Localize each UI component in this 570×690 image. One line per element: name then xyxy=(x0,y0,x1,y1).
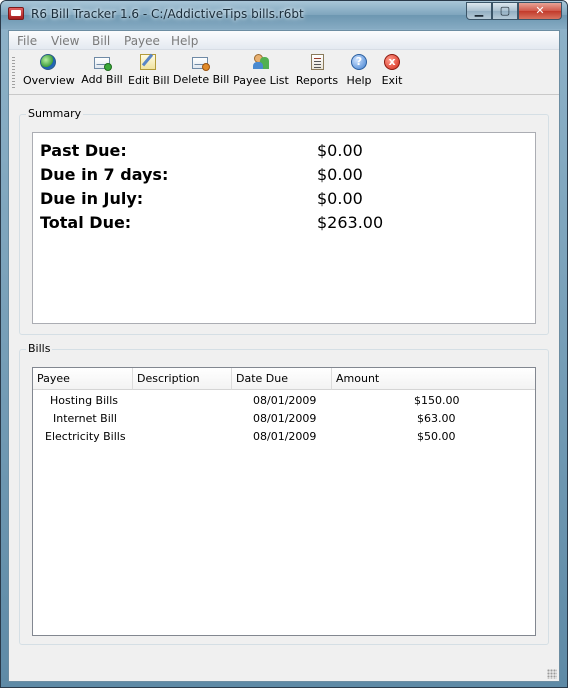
exit-icon: x xyxy=(384,54,400,70)
bills-table[interactable]: Payee Description Date Due Amount Hostin… xyxy=(32,367,536,636)
bills-group-label: Bills xyxy=(26,342,53,355)
close-button[interactable]: ✕ xyxy=(518,2,562,20)
help-icon: ? xyxy=(351,54,367,70)
reports-label: Reports xyxy=(295,74,339,87)
total-due-value: $263.00 xyxy=(317,213,384,232)
help-label: Help xyxy=(346,74,372,87)
maximize-button[interactable]: ▢ xyxy=(492,2,518,20)
toolbar: Overview Add Bill Edit Bill Delete Bill … xyxy=(9,51,559,95)
past-due-value: $0.00 xyxy=(317,141,363,160)
menu-view[interactable]: View xyxy=(51,34,79,48)
column-header-payee[interactable]: Payee xyxy=(33,368,133,390)
exit-label: Exit xyxy=(381,74,403,87)
date-due-cell: 08/01/2009 xyxy=(253,430,317,443)
overview-label: Overview xyxy=(23,74,75,87)
column-header-amount[interactable]: Amount xyxy=(332,368,535,390)
window-title: R6 Bill Tracker 1.6 - C:/AddictiveTips b… xyxy=(31,7,304,21)
resize-grip[interactable] xyxy=(547,669,557,679)
help-button[interactable]: ? Help xyxy=(345,54,373,92)
delete-bill-label: Delete Bill xyxy=(173,73,230,86)
menu-payee[interactable]: Payee xyxy=(124,34,160,48)
amount-cell: $63.00 xyxy=(417,412,456,425)
column-header-description[interactable]: Description xyxy=(133,368,232,390)
total-due-label: Total Due: xyxy=(40,213,132,232)
summary-panel: Past Due: $0.00 Due in 7 days: $0.00 Due… xyxy=(32,132,536,324)
envelope-add-icon xyxy=(94,57,112,71)
app-window: R6 Bill Tracker 1.6 - C:/AddictiveTips b… xyxy=(0,0,568,688)
overview-button[interactable]: Overview xyxy=(23,54,75,92)
date-due-cell: 08/01/2009 xyxy=(253,412,317,425)
summary-group-label: Summary xyxy=(26,107,84,120)
due-in-month-value: $0.00 xyxy=(317,189,363,208)
people-icon xyxy=(253,54,269,70)
menu-bar: File View Bill Payee Help xyxy=(9,31,559,50)
date-due-cell: 08/01/2009 xyxy=(253,394,317,407)
column-header-date-due[interactable]: Date Due xyxy=(232,368,332,390)
minimize-button[interactable]: ▁ xyxy=(466,2,492,20)
due-in-month-label: Due in July: xyxy=(40,189,144,208)
payee-cell: Internet Bill xyxy=(53,412,117,425)
past-due-label: Past Due: xyxy=(40,141,127,160)
menu-bill[interactable]: Bill xyxy=(92,34,110,48)
title-bar[interactable]: R6 Bill Tracker 1.6 - C:/AddictiveTips b… xyxy=(1,1,567,29)
payee-cell: Hosting Bills xyxy=(50,394,118,407)
menu-help[interactable]: Help xyxy=(171,34,198,48)
due-7-days-value: $0.00 xyxy=(317,165,363,184)
client-area: File View Bill Payee Help Overview Add B… xyxy=(8,30,560,682)
report-document-icon xyxy=(310,54,324,70)
menu-file[interactable]: File xyxy=(17,34,37,48)
edit-bill-label: Edit Bill xyxy=(128,74,170,87)
app-icon[interactable] xyxy=(8,7,24,20)
add-bill-button[interactable]: Add Bill xyxy=(81,54,123,92)
reports-button[interactable]: Reports xyxy=(295,54,339,92)
payee-cell: Electricity Bills xyxy=(45,430,126,443)
amount-cell: $50.00 xyxy=(417,430,456,443)
envelope-delete-icon xyxy=(192,57,210,71)
toolbar-grip[interactable] xyxy=(12,57,15,89)
edit-bill-button[interactable]: Edit Bill xyxy=(128,54,170,92)
delete-bill-button[interactable]: Delete Bill xyxy=(173,54,230,92)
payee-list-button[interactable]: Payee List xyxy=(233,54,289,92)
exit-button[interactable]: x Exit xyxy=(378,54,406,92)
due-7-days-label: Due in 7 days: xyxy=(40,165,169,184)
add-bill-label: Add Bill xyxy=(81,73,123,86)
edit-note-icon xyxy=(140,54,156,70)
amount-cell: $150.00 xyxy=(414,394,460,407)
globe-icon xyxy=(40,54,56,70)
payee-list-label: Payee List xyxy=(233,74,289,87)
